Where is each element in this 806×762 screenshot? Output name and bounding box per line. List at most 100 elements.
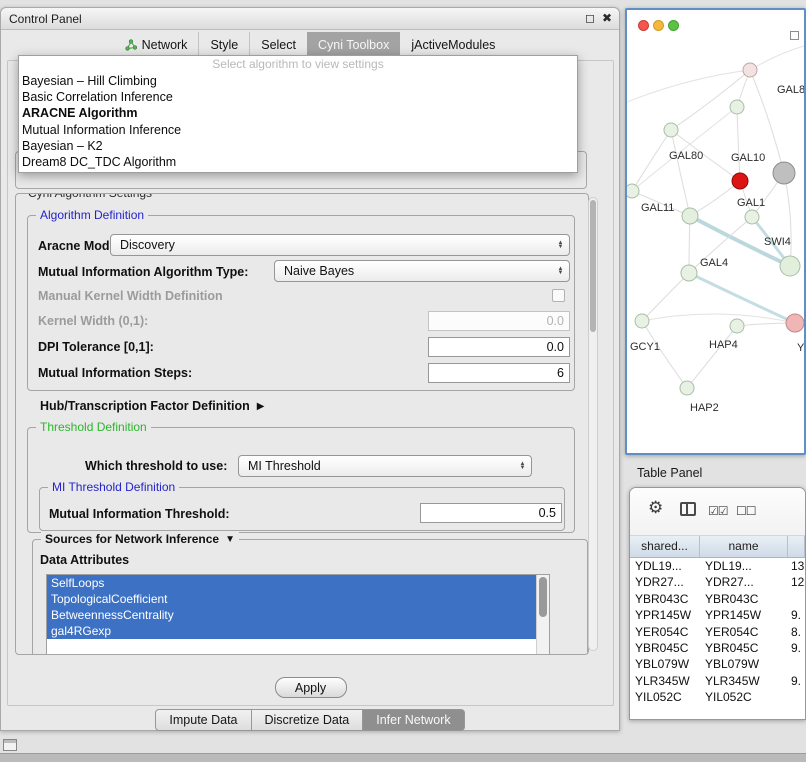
column-header[interactable] [788, 536, 805, 557]
network-node[interactable] [681, 265, 697, 281]
network-edge[interactable] [642, 321, 687, 388]
table-row[interactable]: YBL079WYBL079W [630, 656, 805, 672]
column-header[interactable]: name [700, 536, 788, 557]
network-node[interactable] [730, 319, 744, 333]
attribute-list-item[interactable]: TopologicalCoefficient [47, 591, 549, 607]
network-node[interactable] [664, 123, 678, 137]
manual-kernel-checkbox[interactable] [552, 289, 565, 302]
network-edge[interactable] [687, 326, 737, 388]
table-cell: YDR27... [630, 574, 700, 590]
bottom-strip [0, 753, 806, 762]
algorithm-option[interactable]: Bayesian – K2 [19, 138, 577, 154]
table-row[interactable]: YLR345WYLR345W9. [630, 673, 805, 689]
column-header[interactable]: shared... [630, 536, 700, 557]
table-row[interactable]: YBR045CYBR045C9. [630, 640, 805, 656]
attribute-list-item[interactable]: BetweennessCentrality [47, 607, 549, 623]
list-scrollbar[interactable] [536, 575, 549, 655]
node-label: GAL1 [737, 197, 765, 209]
table-cell: YER054C [630, 624, 700, 640]
algorithm-option[interactable]: Bayesian – Hill Climbing [19, 73, 577, 89]
float-window-icon[interactable]: ◻ [585, 11, 595, 25]
algorithm-option[interactable]: ARACNE Algorithm [19, 105, 577, 121]
network-node[interactable] [627, 184, 639, 198]
network-edge[interactable] [632, 130, 671, 191]
network-node[interactable] [743, 63, 757, 77]
network-edge[interactable] [632, 107, 737, 191]
network-node[interactable] [682, 208, 698, 224]
deselect-columns-icon[interactable]: ☐☐ [736, 504, 756, 518]
network-toolbar-toggle[interactable] [790, 31, 799, 40]
network-node[interactable] [635, 314, 649, 328]
attribute-list[interactable]: SelfLoopsTopologicalCoefficientBetweenne… [46, 574, 550, 655]
mi-steps-field[interactable]: 6 [428, 363, 570, 383]
close-icon[interactable]: ✖ [602, 11, 612, 25]
bottom-tab-infer-network[interactable]: Infer Network [363, 709, 464, 731]
combo-value: Naive Bayes [275, 264, 554, 278]
aracne-mode-select[interactable]: Discovery ▲▼ [110, 234, 570, 256]
network-edge[interactable] [750, 46, 804, 70]
network-node[interactable] [730, 100, 744, 114]
network-canvas[interactable]: GAL8GAL80GAL10GAL11GAL1SWI4GAL4GCY1HAP4Y… [627, 10, 804, 453]
network-edge[interactable] [737, 107, 740, 181]
close-traffic-light-icon[interactable] [638, 20, 649, 31]
data-attributes-label: Data Attributes [40, 553, 129, 567]
algorithm-option[interactable]: Dream8 DC_TDC Algorithm [19, 154, 577, 170]
arrow-down-icon: ▼ [520, 466, 526, 471]
network-node[interactable] [780, 256, 800, 276]
table-row[interactable]: YPR145WYPR145W9. [630, 607, 805, 623]
mi-threshold-field[interactable]: 0.5 [420, 503, 562, 523]
minimize-traffic-light-icon[interactable] [653, 20, 664, 31]
stepper-arrows-icon: ▲▼ [554, 267, 569, 276]
tab-label: Cyni Toolbox [318, 38, 389, 52]
network-node[interactable] [745, 210, 759, 224]
sources-title[interactable]: Sources for Network Inference ▼ [41, 532, 239, 546]
network-edge[interactable] [642, 273, 689, 321]
table-row[interactable]: YER054CYER054C8. [630, 624, 805, 640]
mi-algorithm-type-label: Mutual Information Algorithm Type: [38, 265, 248, 279]
hub-definition-label: Hub/Transcription Factor Definition [40, 399, 250, 413]
control-panel-titlebar[interactable]: Control Panel ◻ ✖ [1, 8, 619, 30]
minimized-panel-icon[interactable] [3, 739, 17, 751]
arrow-down-icon: ▼ [558, 271, 564, 276]
network-node[interactable] [786, 314, 804, 332]
table-row[interactable]: YDR27...YDR27...12 [630, 574, 805, 590]
columns-icon[interactable] [680, 502, 696, 516]
kernel-width-field[interactable]: 0.0 [428, 311, 570, 331]
bottom-tab-impute-data[interactable]: Impute Data [155, 709, 251, 731]
network-edge[interactable] [642, 314, 795, 323]
network-node[interactable] [773, 162, 795, 184]
mi-algorithm-type-select[interactable]: Naive Bayes ▲▼ [274, 260, 570, 282]
window-title: Control Panel [9, 12, 82, 26]
which-threshold-select[interactable]: MI Threshold ▲▼ [238, 455, 532, 477]
list-scrollbar-thumb[interactable] [539, 577, 547, 617]
algorithm-option[interactable]: Mutual Information Inference [19, 122, 577, 138]
network-edge[interactable] [690, 181, 740, 216]
network-edge[interactable] [689, 216, 690, 273]
field-value: 0.5 [539, 506, 561, 520]
algorithm-definition-title: Algorithm Definition [36, 208, 148, 222]
settings-scrollbar-thumb[interactable] [590, 200, 596, 332]
apply-button[interactable]: Apply [275, 677, 347, 698]
table-row[interactable]: YDL19...YDL19...13 [630, 558, 805, 574]
network-edge[interactable] [784, 173, 791, 266]
which-threshold-label: Which threshold to use: [85, 459, 227, 473]
network-view-window[interactable]: GAL8GAL80GAL10GAL11GAL1SWI4GAL4GCY1HAP4Y… [625, 8, 806, 455]
settings-scrollbar[interactable] [588, 197, 598, 651]
hub-definition-toggle[interactable]: Hub/Transcription Factor Definition ▶ [40, 399, 264, 413]
algorithm-option[interactable]: Basic Correlation Inference [19, 89, 577, 105]
dpi-tolerance-field[interactable]: 0.0 [428, 337, 570, 357]
table-cell: YLR345W [630, 673, 700, 689]
table-row[interactable]: YIL052CYIL052C [630, 689, 805, 705]
attribute-list-item[interactable]: gal4RGexp [47, 623, 549, 639]
gear-icon[interactable]: ⚙ [648, 498, 663, 518]
tab-label: Select [261, 38, 296, 52]
attribute-list-item[interactable]: SelfLoops [47, 575, 549, 591]
network-node[interactable] [680, 381, 694, 395]
network-node[interactable] [732, 173, 748, 189]
select-columns-icon[interactable]: ☑☑ [708, 504, 728, 518]
zoom-traffic-light-icon[interactable] [668, 20, 679, 31]
bottom-tab-discretize-data[interactable]: Discretize Data [252, 709, 364, 731]
table-row[interactable]: YBR043CYBR043C [630, 591, 805, 607]
network-edge[interactable] [627, 70, 750, 102]
combo-value: MI Threshold [239, 459, 516, 473]
